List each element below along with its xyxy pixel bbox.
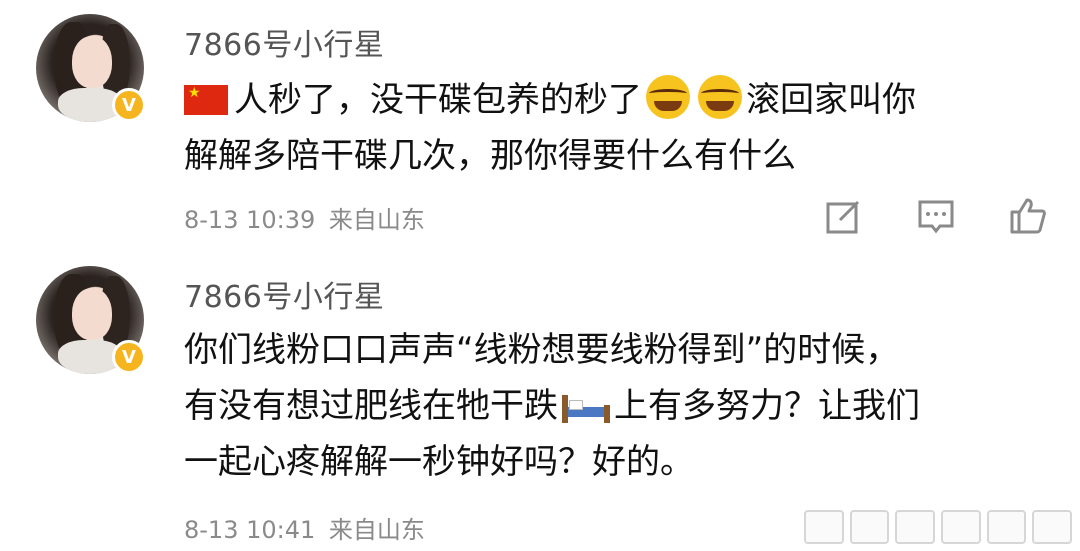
comment-meta: 8-13 10:39 来自山东 bbox=[184, 200, 425, 235]
edit-icon[interactable] bbox=[824, 196, 864, 236]
location: 来自山东 bbox=[328, 206, 425, 234]
comment-text-line: 有没有想过肥线在牠干跌 bbox=[184, 386, 558, 426]
timestamp: 8-13 10:41 bbox=[184, 516, 316, 544]
laughing-crying-icon bbox=[698, 75, 742, 119]
username[interactable]: 7866号小行星 bbox=[184, 272, 384, 316]
comment-text-line: 滚回家叫你 bbox=[746, 80, 916, 120]
laughing-crying-icon bbox=[646, 75, 690, 119]
comment-text: 人秒了，没干碟包养的秒了 滚回家叫你 解解多陪干碟几次，那你得要什么有什么 bbox=[184, 72, 1044, 184]
comment-text-line: 上有多努力？让我们 bbox=[614, 386, 920, 426]
comment-meta: 8-13 10:41 来自山东 bbox=[184, 510, 425, 545]
location: 来自山东 bbox=[328, 516, 425, 544]
like-icon[interactable] bbox=[1008, 196, 1048, 236]
comment-text: 你们线粉口口声声“线粉想要线粉得到”的时候， 有没有想过肥线在牠干跌 上有多努力？… bbox=[184, 322, 1044, 490]
comment-text-line: 解解多陪干碟几次，那你得要什么有什么 bbox=[184, 136, 796, 176]
bed-icon bbox=[562, 391, 610, 423]
username[interactable]: 7866号小行星 bbox=[184, 20, 384, 64]
comment-text-line: 人秒了，没干碟包养的秒了 bbox=[234, 80, 642, 120]
comment-text-line: 你们线粉口口声声“线粉想要线粉得到”的时候， bbox=[184, 330, 900, 370]
comment-icon[interactable] bbox=[916, 196, 956, 236]
comment-text-line: 一起心疼解解一秒钟好吗？好的。 bbox=[184, 442, 694, 482]
timestamp: 8-13 10:39 bbox=[184, 206, 316, 234]
comment-actions bbox=[824, 196, 1048, 236]
verified-badge-icon: V bbox=[112, 340, 146, 374]
watermark bbox=[804, 510, 1073, 544]
china-flag-icon bbox=[184, 85, 228, 115]
verified-badge-icon: V bbox=[112, 88, 146, 122]
